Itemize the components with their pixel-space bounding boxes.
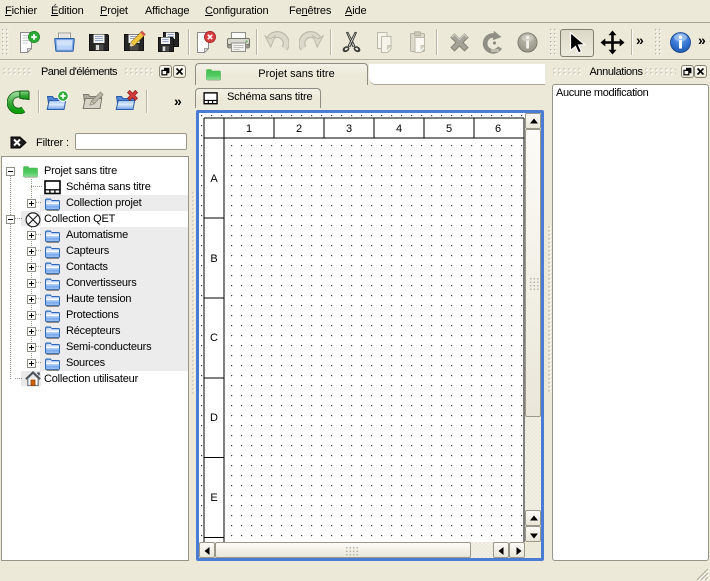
svg-text:E: E	[210, 492, 217, 504]
svg-text:1: 1	[246, 123, 252, 135]
svg-text:4: 4	[396, 123, 402, 135]
svg-text:B: B	[210, 253, 217, 265]
svg-text:5: 5	[446, 123, 452, 135]
svg-text:A: A	[210, 173, 218, 185]
svg-text:D: D	[210, 412, 218, 424]
svg-text:6: 6	[495, 123, 501, 135]
svg-text:2: 2	[296, 123, 302, 135]
svg-text:3: 3	[346, 123, 352, 135]
svg-text:C: C	[210, 332, 218, 344]
